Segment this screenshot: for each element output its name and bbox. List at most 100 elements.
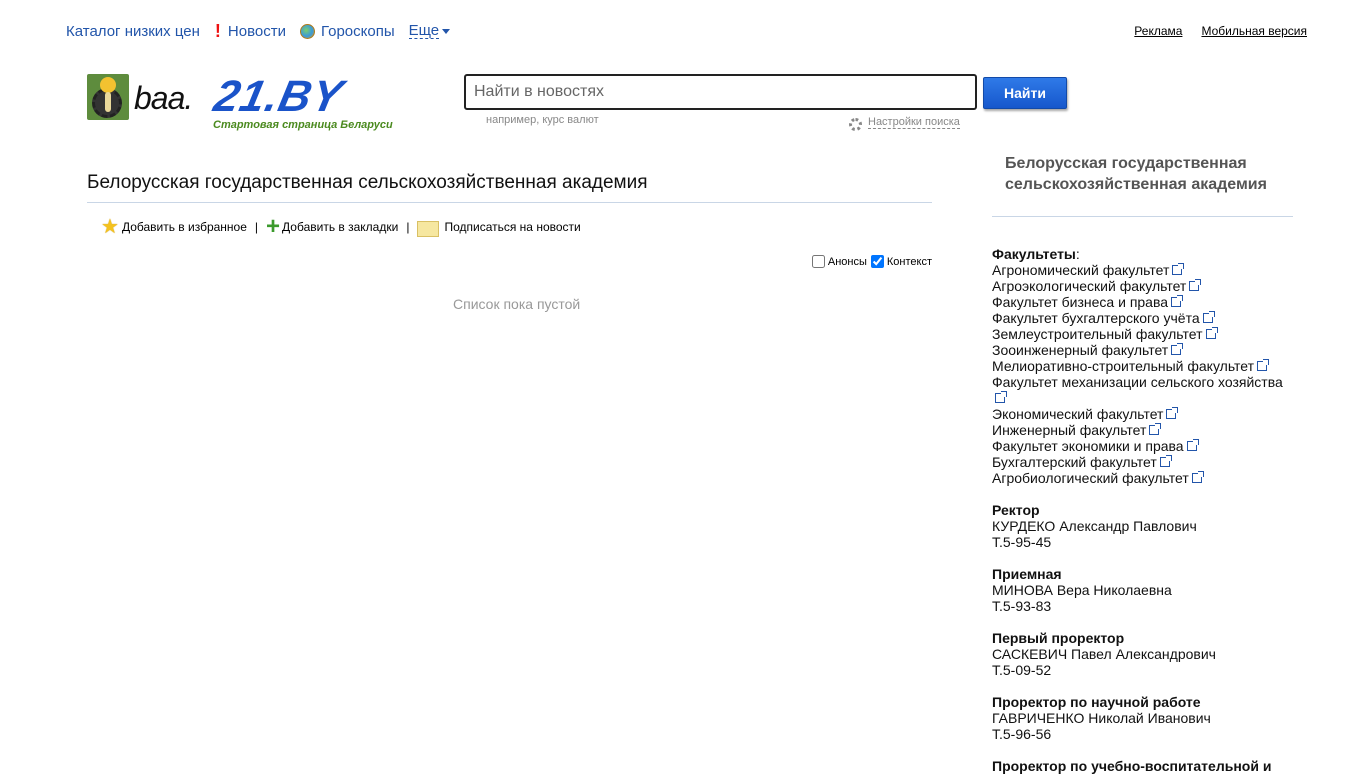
external-link-icon <box>1205 327 1218 339</box>
catalog-link[interactable]: Каталог низких цен <box>66 23 200 40</box>
contact-block: Первый проректор САСКЕВИЧ Павел Александр… <box>992 630 1292 678</box>
faculty-name: Факультет бухгалтерского учёта <box>992 310 1200 326</box>
contact-role: Проректор по учебно-воспитательной и <box>992 758 1272 774</box>
envelope-icon <box>417 221 440 237</box>
contact-name: МИНОВА Вера Николаевна <box>992 582 1172 598</box>
news-link[interactable]: ! Новости <box>214 21 286 42</box>
announcements-checkbox[interactable] <box>811 255 825 268</box>
add-favorite-button[interactable]: ★ Добавить в избранное <box>101 217 247 237</box>
faculty-link[interactable]: Факультет экономики и права <box>992 438 1292 454</box>
external-link-icon <box>1171 343 1184 355</box>
divider <box>87 202 932 203</box>
logo-slogan: Стартовая страница Беларуси <box>213 119 393 131</box>
external-link-icon <box>1191 471 1204 483</box>
sidebar-title: Белорусская государственная сельскохозяй… <box>1005 155 1267 193</box>
faculties-heading: Факультеты: <box>992 246 1080 262</box>
filter-bar: Анонсы Контекст <box>808 255 932 268</box>
faculty-link[interactable]: Экономический факультет <box>992 406 1292 422</box>
separator: | <box>254 220 259 234</box>
faculty-name: Агроэкологический факультет <box>992 278 1187 294</box>
subscribe-label: Подписаться на новости <box>444 220 581 234</box>
faculty-name: Агробиологический факультет <box>992 470 1189 486</box>
contact-name: ГАВРИЧЕНКО Николай Иванович <box>992 710 1211 726</box>
more-menu[interactable]: Еще <box>408 22 451 39</box>
faculty-link[interactable]: Агрономический факультет <box>992 262 1292 278</box>
external-link-icon <box>1202 311 1215 323</box>
announcements-filter[interactable]: Анонсы <box>811 255 867 268</box>
top-nav: Каталог низких цен ! Новости Гороскопы Е… <box>66 20 464 42</box>
faculty-name: Зооинженерный факультет <box>992 342 1169 358</box>
faculty-name: Агрономический факультет <box>992 262 1170 278</box>
search-button[interactable]: Найти <box>983 77 1067 109</box>
add-favorite-label: Добавить в избранное <box>121 220 247 234</box>
faculty-link[interactable]: Факультет бизнеса и права <box>992 294 1292 310</box>
contact-block: Проректор по научной работе ГАВРИЧЕНКО Ни… <box>992 694 1292 742</box>
mobile-version-link[interactable]: Мобильная версия <box>1201 24 1307 38</box>
faculty-list: Агрономический факультет Агроэкологически… <box>992 262 1292 486</box>
external-link-icon <box>995 391 1007 403</box>
faculty-link[interactable]: Мелиоративно-строительный факультет <box>992 358 1292 374</box>
search-settings-label: Настройки поиска <box>868 116 960 129</box>
contact-role: Ректор <box>992 502 1040 518</box>
faculty-name: Бухгалтерский факультет <box>992 454 1157 470</box>
exclamation-icon: ! <box>214 20 221 41</box>
horoscopes-link[interactable]: Гороскопы <box>299 22 395 40</box>
faculty-name: Факультет механизации сельского хозяйств… <box>992 374 1283 390</box>
horoscope-icon <box>299 23 315 39</box>
action-bar: ★ Добавить в избранное | + Добавить в за… <box>101 215 581 239</box>
contact-phone: Т.5-09-52 <box>992 662 1052 678</box>
search-input[interactable] <box>464 74 977 110</box>
page-title: Белорусская государственная сельскохозяй… <box>87 172 648 193</box>
logo-prefix: baa. <box>134 80 193 116</box>
faculty-name: Инженерный факультет <box>992 422 1147 438</box>
news-label: Новости <box>227 22 286 40</box>
contact-block: Приемная МИНОВА Вера Николаевна Т.5-93-83 <box>992 566 1292 614</box>
context-checkbox[interactable] <box>870 255 884 268</box>
faculty-link[interactable]: Факультет бухгалтерского учёта <box>992 310 1292 326</box>
contact-block: Ректор КУРДЕКО Александр Павлович Т.5-95-4… <box>992 502 1292 550</box>
more-label: Еще <box>408 22 440 39</box>
contact-name: САСКЕВИЧ Павел Александрович <box>992 646 1216 662</box>
contact-phone: Т.5-95-45 <box>992 534 1052 550</box>
subscribe-button[interactable]: Подписаться на новости <box>417 219 581 237</box>
add-bookmark-label: Добавить в закладки <box>282 220 399 234</box>
context-filter[interactable]: Контекст <box>870 255 932 268</box>
empty-list-message: Список пока пустой <box>453 296 581 312</box>
faculty-name: Факультет бизнеса и права <box>992 294 1169 310</box>
horoscopes-label: Гороскопы <box>320 22 395 40</box>
logo-brand: 21.BY <box>209 72 348 121</box>
external-link-icon <box>1172 263 1185 275</box>
site-logo[interactable]: baa. 21.BY Стартовая страница Беларуси <box>87 72 432 134</box>
external-link-icon <box>1189 279 1202 291</box>
faculty-link[interactable]: Инженерный факультет <box>992 422 1292 438</box>
separator: | <box>406 220 410 234</box>
faculty-name: Экономический факультет <box>992 406 1164 422</box>
external-link-icon <box>1257 359 1270 371</box>
top-links: Реклама Мобильная версия <box>1115 24 1307 38</box>
faculty-link[interactable]: Агроэкологический факультет <box>992 278 1292 294</box>
sidebar-info: Факультеты: Агрономический факультет Агро… <box>992 246 1292 774</box>
external-link-icon <box>1171 295 1184 307</box>
contact-role: Приемная <box>992 566 1062 582</box>
faculty-link[interactable]: Факультет механизации сельского хозяйств… <box>992 374 1292 406</box>
faculty-link[interactable]: Агробиологический факультет <box>992 470 1292 486</box>
context-label: Контекст <box>886 255 932 268</box>
search-settings-link[interactable]: Настройки поиска <box>849 114 960 131</box>
contact-phone: Т.5-96-56 <box>992 726 1052 742</box>
contact-list: Ректор КУРДЕКО Александр Павлович Т.5-95-4… <box>992 502 1292 774</box>
external-link-icon <box>1186 439 1199 451</box>
add-bookmark-button[interactable]: + Добавить в закладки <box>266 215 399 239</box>
search-hint: например, курс валют <box>486 114 599 126</box>
contact-role: Проректор по научной работе <box>992 694 1201 710</box>
ads-link[interactable]: Реклама <box>1134 24 1182 38</box>
star-icon: ★ <box>101 216 119 238</box>
faculty-link[interactable]: Зооинженерный факультет <box>992 342 1292 358</box>
faculty-link[interactable]: Бухгалтерский факультет <box>992 454 1292 470</box>
contact-phone: Т.5-93-83 <box>992 598 1052 614</box>
external-link-icon <box>1166 407 1179 419</box>
faculty-name: Землеустроительный факультет <box>992 326 1203 342</box>
faculty-link[interactable]: Землеустроительный факультет <box>992 326 1292 342</box>
chevron-down-icon <box>442 28 451 34</box>
divider <box>992 216 1293 217</box>
announcements-label: Анонсы <box>827 255 867 268</box>
